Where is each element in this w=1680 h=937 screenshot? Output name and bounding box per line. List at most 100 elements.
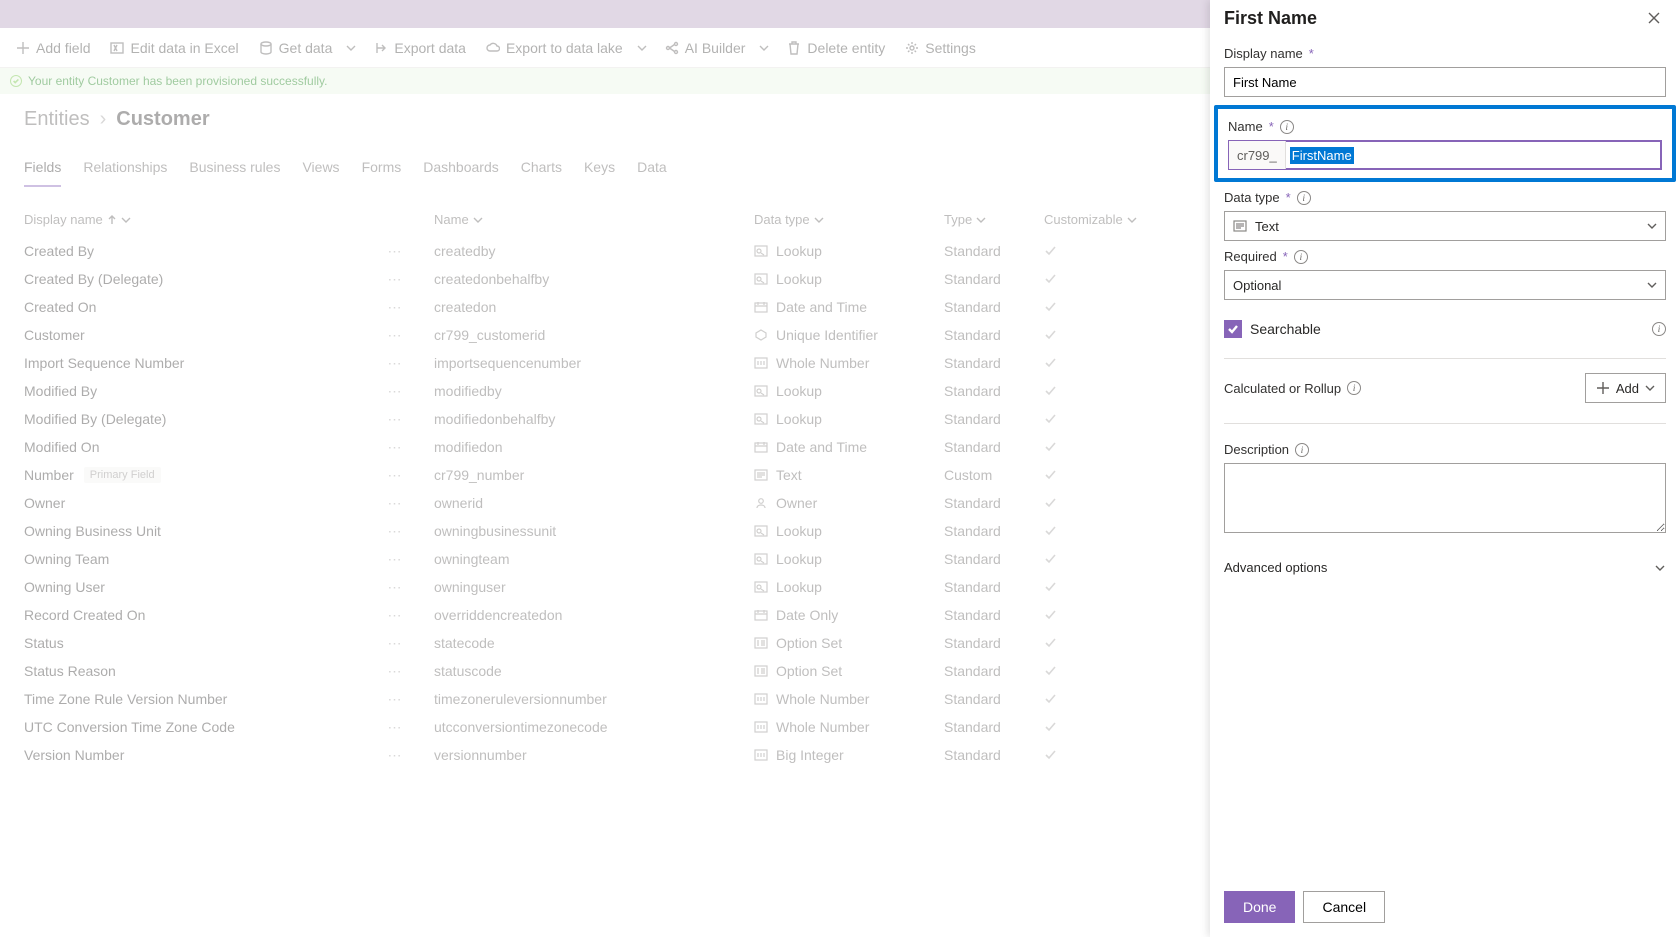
ai-builder-button[interactable]: AI Builder xyxy=(657,34,754,62)
row-more-button[interactable]: ⋯ xyxy=(386,495,404,512)
row-more-button[interactable]: ⋯ xyxy=(386,551,404,568)
export-data-button[interactable]: Export data xyxy=(366,34,474,62)
done-button[interactable]: Done xyxy=(1224,891,1295,923)
delete-entity-button[interactable]: Delete entity xyxy=(779,34,893,62)
tab-data[interactable]: Data xyxy=(637,153,667,187)
row-customizable xyxy=(1044,468,1144,482)
row-display-name: Created On xyxy=(24,299,96,315)
tab-charts[interactable]: Charts xyxy=(521,153,562,187)
row-type: Standard xyxy=(944,663,1044,679)
row-customizable xyxy=(1044,356,1144,370)
row-more-button[interactable]: ⋯ xyxy=(386,635,404,652)
name-input[interactable]: cr799_ FirstName xyxy=(1228,140,1662,170)
row-more-button[interactable]: ⋯ xyxy=(386,719,404,736)
row-type: Standard xyxy=(944,523,1044,539)
row-more-button[interactable]: ⋯ xyxy=(386,299,404,316)
display-name-input[interactable] xyxy=(1224,67,1666,97)
row-more-button[interactable]: ⋯ xyxy=(386,271,404,288)
info-icon[interactable]: i xyxy=(1652,322,1666,336)
col-header-name[interactable]: Name xyxy=(434,212,754,227)
tab-views[interactable]: Views xyxy=(302,153,339,187)
row-more-button[interactable]: ⋯ xyxy=(386,327,404,344)
add-field-button[interactable]: Add field xyxy=(8,34,98,62)
row-more-button[interactable]: ⋯ xyxy=(386,747,404,764)
name-field-highlight: Name* i cr799_ FirstName xyxy=(1214,105,1676,182)
row-name: modifiedon xyxy=(434,439,754,455)
data-type-icon xyxy=(754,609,768,621)
row-name: modifiedonbehalfby xyxy=(434,411,754,427)
row-more-button[interactable]: ⋯ xyxy=(386,411,404,428)
row-more-button[interactable]: ⋯ xyxy=(386,523,404,540)
tab-forms[interactable]: Forms xyxy=(362,153,402,187)
row-display-name: Owning User xyxy=(24,579,105,595)
info-icon[interactable]: i xyxy=(1297,191,1311,205)
row-more-button[interactable]: ⋯ xyxy=(386,579,404,596)
chevron-down-icon xyxy=(1645,383,1655,393)
info-icon[interactable]: i xyxy=(1280,120,1294,134)
row-display-name: Status xyxy=(24,635,64,651)
calc-rollup-label: Calculated or Rollup i xyxy=(1224,381,1361,396)
advanced-options-toggle[interactable]: Advanced options xyxy=(1224,560,1666,575)
data-icon xyxy=(259,41,273,55)
row-more-button[interactable]: ⋯ xyxy=(386,355,404,372)
row-customizable xyxy=(1044,580,1144,594)
data-type-select[interactable]: Text xyxy=(1224,211,1666,241)
row-display-name: Owner xyxy=(24,495,65,511)
panel-body: Display name* Name* i cr799_ FirstName D… xyxy=(1210,34,1680,881)
row-customizable xyxy=(1044,272,1144,286)
get-data-chevron[interactable] xyxy=(340,34,362,62)
col-header-customizable[interactable]: Customizable xyxy=(1044,212,1144,227)
required-select[interactable]: Optional xyxy=(1224,270,1666,300)
tab-keys[interactable]: Keys xyxy=(584,153,615,187)
row-more-button[interactable]: ⋯ xyxy=(386,467,404,484)
row-type: Standard xyxy=(944,579,1044,595)
searchable-checkbox[interactable] xyxy=(1224,320,1242,338)
row-more-button[interactable]: ⋯ xyxy=(386,663,404,680)
row-type: Custom xyxy=(944,467,1044,483)
data-type-icon xyxy=(754,245,768,257)
description-label: Description i xyxy=(1224,442,1666,457)
info-icon[interactable]: i xyxy=(1295,443,1309,457)
edit-data-excel-button[interactable]: Edit data in Excel xyxy=(102,34,246,62)
panel-close-button[interactable] xyxy=(1642,6,1666,30)
breadcrumb-entities[interactable]: Entities xyxy=(24,108,90,131)
row-more-button[interactable]: ⋯ xyxy=(386,243,404,260)
row-data-type: Whole Number xyxy=(776,355,869,371)
col-header-data-type[interactable]: Data type xyxy=(754,212,944,227)
export-lake-chevron[interactable] xyxy=(631,34,653,62)
plus-icon xyxy=(1596,381,1610,395)
row-data-type: Option Set xyxy=(776,635,842,651)
ai-builder-chevron[interactable] xyxy=(753,34,775,62)
row-display-name: Import Sequence Number xyxy=(24,355,184,371)
get-data-button[interactable]: Get data xyxy=(251,34,341,62)
tab-relationships[interactable]: Relationships xyxy=(83,153,167,187)
tab-business-rules[interactable]: Business rules xyxy=(189,153,280,187)
row-display-name: Status Reason xyxy=(24,663,116,679)
row-customizable xyxy=(1044,496,1144,510)
col-header-type[interactable]: Type xyxy=(944,212,1044,227)
description-textarea[interactable] xyxy=(1224,463,1666,533)
data-type-icon xyxy=(754,441,768,453)
col-header-display-name[interactable]: Display name xyxy=(24,212,434,227)
text-type-icon xyxy=(1233,220,1247,232)
export-data-lake-button[interactable]: Export to data lake xyxy=(478,34,631,62)
row-more-button[interactable]: ⋯ xyxy=(386,691,404,708)
row-more-button[interactable]: ⋯ xyxy=(386,607,404,624)
tab-dashboards[interactable]: Dashboards xyxy=(423,153,499,187)
tab-fields[interactable]: Fields xyxy=(24,153,61,187)
row-type: Standard xyxy=(944,355,1044,371)
row-more-button[interactable]: ⋯ xyxy=(386,383,404,400)
info-icon[interactable]: i xyxy=(1294,250,1308,264)
cancel-button[interactable]: Cancel xyxy=(1303,891,1385,923)
chevron-down-icon xyxy=(976,215,986,225)
data-type-icon xyxy=(754,497,768,509)
settings-button[interactable]: Settings xyxy=(897,34,984,62)
row-customizable xyxy=(1044,608,1144,622)
row-data-type: Lookup xyxy=(776,411,822,427)
row-more-button[interactable]: ⋯ xyxy=(386,439,404,456)
row-data-type: Option Set xyxy=(776,663,842,679)
row-name: createdonbehalfby xyxy=(434,271,754,287)
info-icon[interactable]: i xyxy=(1347,381,1361,395)
calc-rollup-add-button[interactable]: Add xyxy=(1585,373,1666,403)
row-data-type: Big Integer xyxy=(776,747,844,763)
